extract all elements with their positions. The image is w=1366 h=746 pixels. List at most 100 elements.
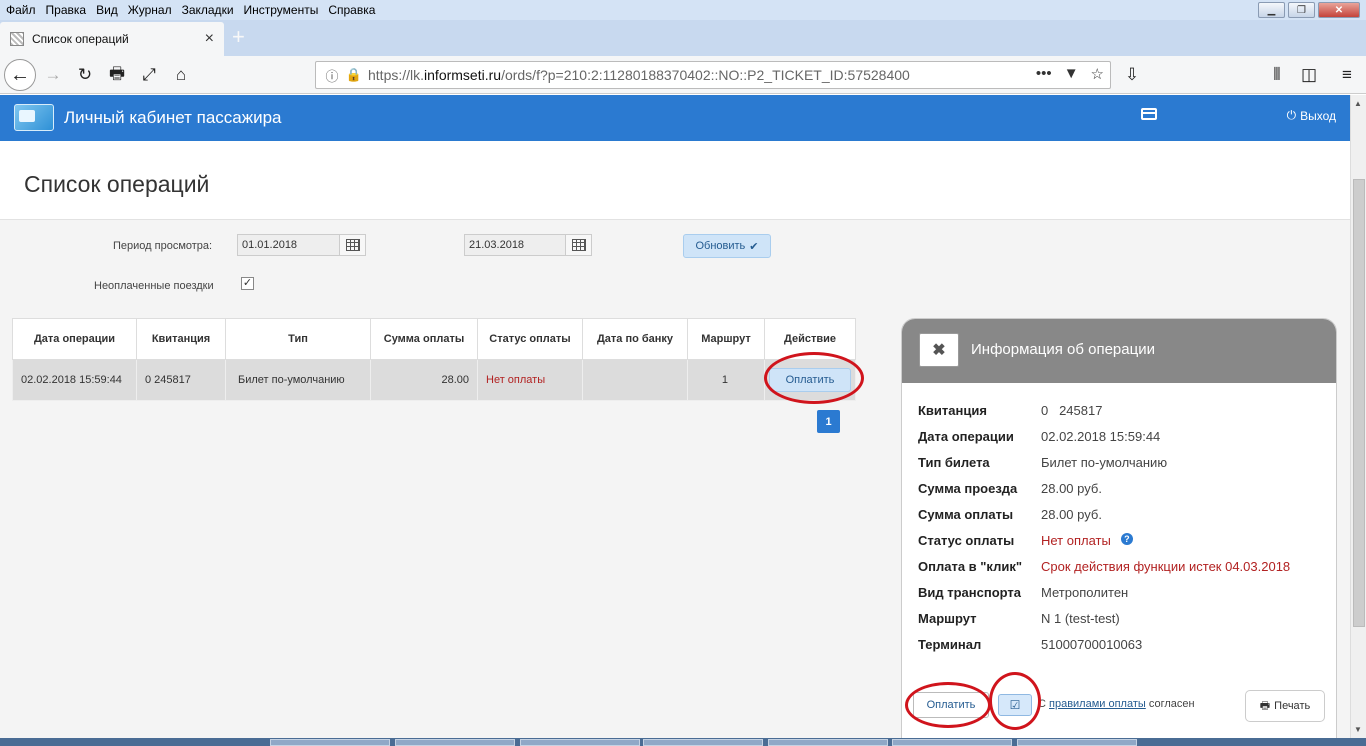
url-text: https://lk.informseti.ru/ords/f?p=210:2:… bbox=[368, 67, 910, 83]
date-from-field[interactable]: 01.01.2018 bbox=[237, 234, 366, 256]
sidebar-icon[interactable]: ◫ bbox=[1296, 62, 1322, 88]
library-icon[interactable]: ⫴ bbox=[1264, 62, 1290, 88]
scroll-down-icon[interactable]: ▼ bbox=[1354, 725, 1362, 734]
col-date[interactable]: Дата операции bbox=[12, 318, 137, 360]
agree-text: С правилами оплаты согласен bbox=[1038, 698, 1195, 710]
minimize-button[interactable]: ▁ bbox=[1258, 2, 1285, 18]
fullscreen-icon[interactable]: ⤢ bbox=[136, 62, 162, 88]
pagination-page[interactable]: 1 bbox=[817, 410, 840, 433]
table-row[interactable]: 02.02.2018 15:59:44 0 245817 Билет по-ум… bbox=[12, 359, 856, 401]
col-bank-date[interactable]: Дата по банку bbox=[582, 318, 688, 360]
operation-info-panel: ✖ Информация об операции Квитанция 0 245… bbox=[901, 318, 1337, 746]
help-icon[interactable]: ? bbox=[1120, 533, 1133, 545]
col-type[interactable]: Тип bbox=[225, 318, 371, 360]
address-bar[interactable]: ⓘ 🔒 https://lk.informseti.ru/ords/f?p=21… bbox=[315, 61, 1111, 89]
forward-arrow-icon[interactable]: → bbox=[40, 62, 66, 88]
info-label: Сумма проезда bbox=[918, 481, 1018, 496]
info-value: 0 245817 bbox=[1041, 403, 1103, 418]
info-value: Нет оплаты bbox=[1041, 533, 1111, 548]
info-value: 28.00 руб. bbox=[1041, 507, 1102, 522]
unpaid-checkbox[interactable]: ✓ bbox=[241, 277, 254, 290]
page-title-area: Список операций bbox=[0, 141, 1350, 220]
taskbar-item[interactable] bbox=[643, 739, 763, 746]
close-window-button[interactable]: ✕ bbox=[1318, 2, 1360, 18]
date-to-field[interactable]: 21.03.2018 bbox=[464, 234, 592, 256]
home-icon[interactable]: ⌂ bbox=[168, 62, 194, 88]
unpaid-label: Неоплаченные поездки bbox=[94, 280, 214, 292]
info-label: Статус оплаты bbox=[918, 533, 1015, 548]
info-row-transport: Вид транспорта Метрополитен bbox=[918, 585, 1128, 600]
menu-history[interactable]: Журнал bbox=[123, 3, 177, 17]
info-value: 51000700010063 bbox=[1041, 637, 1143, 652]
window-controls: ▁ ❐ ✕ bbox=[1258, 2, 1360, 18]
info-value: N 1 (test-test) bbox=[1041, 611, 1120, 626]
scrollbar-thumb[interactable] bbox=[1353, 179, 1365, 627]
menu-edit[interactable]: Правка bbox=[41, 3, 92, 17]
card-logo-icon bbox=[14, 104, 54, 131]
credit-card-icon[interactable] bbox=[1141, 108, 1157, 120]
new-tab-icon[interactable]: + bbox=[232, 24, 245, 50]
info-row-payment-amount: Сумма оплаты 28.00 руб. bbox=[918, 507, 1102, 522]
cell-receipt: 0 245817 bbox=[136, 359, 226, 401]
info-row-status: Статус оплаты Нет оплаты ? bbox=[918, 533, 1133, 548]
info-value: Метрополитен bbox=[1041, 585, 1129, 600]
info-icon[interactable]: ⓘ bbox=[320, 66, 344, 85]
info-row-ticket-type: Тип билета Билет по-умолчанию bbox=[918, 455, 1167, 470]
taskbar-item[interactable] bbox=[892, 739, 1012, 746]
menu-view[interactable]: Вид bbox=[91, 3, 123, 17]
date-to-picker[interactable] bbox=[565, 235, 591, 255]
info-label: Вид транспорта bbox=[918, 585, 1022, 600]
highlight-circle bbox=[764, 352, 864, 404]
col-amount[interactable]: Сумма оплаты bbox=[370, 318, 478, 360]
col-status[interactable]: Статус оплаты bbox=[477, 318, 583, 360]
taskbar-item[interactable] bbox=[768, 739, 888, 746]
menu-help[interactable]: Справка bbox=[323, 3, 380, 17]
menu-tools[interactable]: Инструменты bbox=[239, 3, 324, 17]
tab-close-icon[interactable]: × bbox=[205, 30, 214, 48]
reload-icon[interactable]: ↻ bbox=[72, 62, 98, 88]
period-label: Период просмотра: bbox=[113, 240, 213, 252]
print-button[interactable]: 🖶 Печать bbox=[1245, 690, 1325, 722]
info-label: Сумма оплаты bbox=[918, 507, 1014, 522]
taskbar-item[interactable] bbox=[520, 739, 640, 746]
info-value: Срок действия функции истек 04.03.2018 bbox=[1041, 559, 1291, 574]
logout-label: Выход bbox=[1300, 108, 1336, 123]
restore-button[interactable]: ❐ bbox=[1288, 2, 1315, 18]
col-receipt[interactable]: Квитанция bbox=[136, 318, 226, 360]
logout-button[interactable]: ⏻ Выход bbox=[1287, 108, 1336, 123]
scroll-up-icon[interactable]: ▲ bbox=[1354, 99, 1362, 108]
menu-bookmarks[interactable]: Закладки bbox=[177, 3, 239, 17]
taskbar-item[interactable] bbox=[1017, 739, 1137, 746]
menu-file[interactable]: Файл bbox=[0, 3, 41, 17]
cell-amount: 28.00 bbox=[370, 359, 478, 401]
lock-icon: 🔒 bbox=[345, 67, 363, 82]
taskbar-item[interactable] bbox=[270, 739, 390, 746]
info-label: Дата операции bbox=[918, 429, 1014, 444]
info-value: Билет по-умолчанию bbox=[1041, 455, 1168, 470]
info-label: Квитанция bbox=[918, 403, 987, 418]
page-actions-icon[interactable]: ••• bbox=[1036, 65, 1052, 83]
browser-tab[interactable]: Список операций × bbox=[0, 22, 224, 56]
info-value: 02.02.2018 15:59:44 bbox=[1041, 429, 1161, 444]
info-label: Терминал bbox=[918, 637, 982, 652]
back-arrow-icon[interactable]: ← bbox=[4, 59, 36, 91]
taskbar-item[interactable] bbox=[395, 739, 515, 746]
close-icon[interactable]: ✖ bbox=[919, 333, 959, 367]
cell-type: Билет по-умолчанию bbox=[225, 359, 371, 401]
payment-rules-link[interactable]: правилами оплаты bbox=[1049, 698, 1146, 710]
refresh-button[interactable]: Обновить ✔ bbox=[683, 234, 771, 258]
download-icon[interactable]: ⇩ bbox=[1119, 62, 1145, 88]
power-icon: ⏻ bbox=[1286, 108, 1297, 122]
col-route[interactable]: Маршрут bbox=[687, 318, 765, 360]
url-actions: ••• ▼ ☆ bbox=[1036, 65, 1104, 83]
hamburger-menu-icon[interactable]: ≡ bbox=[1334, 62, 1360, 88]
printer-icon: 🖶 bbox=[1259, 699, 1271, 712]
table-header-row: Дата операции Квитанция Тип Сумма оплаты… bbox=[12, 318, 856, 360]
tab-title: Список операций bbox=[32, 32, 129, 46]
bookmark-star-icon[interactable]: ☆ bbox=[1091, 65, 1104, 83]
info-row-route: Маршрут N 1 (test-test) bbox=[918, 611, 1120, 626]
vertical-scrollbar[interactable]: ▲ ▼ bbox=[1350, 95, 1366, 740]
date-from-picker[interactable] bbox=[339, 235, 365, 255]
print-icon[interactable]: 🖶 bbox=[104, 62, 130, 88]
pocket-icon[interactable]: ▼ bbox=[1064, 65, 1079, 83]
